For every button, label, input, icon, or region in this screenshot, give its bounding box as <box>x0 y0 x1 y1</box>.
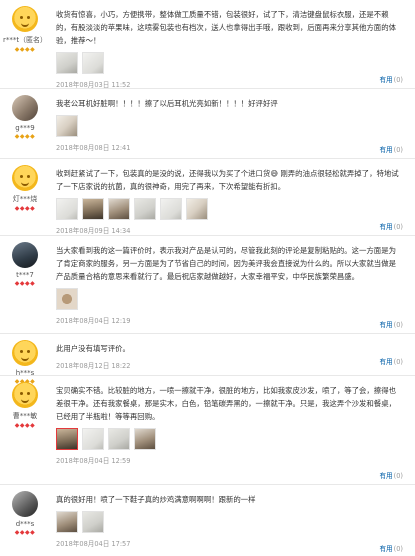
review-text: 真的很好用！喷了一下鞋子真的炒鸡满意啊啊啊！跟新的一样 <box>56 495 256 504</box>
avatar[interactable] <box>12 340 38 366</box>
useful-count: (0) <box>393 545 403 553</box>
useful-count: (0) <box>393 76 403 84</box>
useful-count: (0) <box>393 321 403 329</box>
useful-button[interactable]: 有用(0) <box>379 543 403 553</box>
reviewer-info: g***9 ◆◆◆◆ <box>0 95 50 140</box>
avatar[interactable] <box>12 382 38 408</box>
review-photos <box>56 115 403 137</box>
review-item: h***s ◆◆◆◆ 此用户没有填写评价。 2018年08月12日 18:22 … <box>0 334 415 385</box>
review-date: 2018年08月12日 18:22 <box>56 362 131 370</box>
reviewer-info: r***t（匿名） ◆◆◆◆ <box>0 6 50 53</box>
review-photos <box>56 52 403 74</box>
review-item: g***9 ◆◆◆◆ 我老公耳机好脏啊！！！！擦了以后耳机光亮如新！！！！好评好… <box>0 89 415 159</box>
review-text: 我老公耳机好脏啊！！！！擦了以后耳机光亮如新！！！！好评好评 <box>56 99 278 108</box>
review-photo-thumbnail[interactable] <box>108 198 130 220</box>
useful-button[interactable]: 有用(0) <box>379 221 403 231</box>
review-photos <box>56 511 403 533</box>
review-list: r***t（匿名） ◆◆◆◆ 收货有惊喜，小巧，方便携带，整体做工质量不错，包装… <box>0 0 415 556</box>
review-photos <box>56 288 403 310</box>
useful-button[interactable]: 有用(0) <box>379 356 403 366</box>
review-item: 灯***烧 ◆◆◆◆ 收到赶紧试了一下，包装真的是没的说，还得我以为买了个进口货… <box>0 159 415 236</box>
review-date: 2018年08月03日 11:52 <box>56 81 131 89</box>
useful-label: 有用 <box>379 146 393 154</box>
reviewer-name: 曹***敏 <box>12 412 38 420</box>
member-level-icon: ◆◆◆◆ <box>14 46 36 53</box>
review-date: 2018年08月04日 12:19 <box>56 317 131 325</box>
reviewer-info: 灯***烧 ◆◆◆◆ <box>0 165 50 212</box>
review-item: r***t（匿名） ◆◆◆◆ 收货有惊喜，小巧，方便携带，整体做工质量不错，包装… <box>0 0 415 89</box>
review-photo-thumbnail[interactable] <box>56 288 78 310</box>
useful-label: 有用 <box>379 472 393 480</box>
review-photo-thumbnail[interactable] <box>56 198 78 220</box>
review-photo-thumbnail[interactable] <box>108 428 130 450</box>
useful-button[interactable]: 有用(0) <box>379 470 403 480</box>
useful-count: (0) <box>393 358 403 366</box>
member-level-icon: ◆◆◆◆ <box>14 205 36 212</box>
review-date: 2018年08月09日 14:34 <box>56 227 131 235</box>
useful-label: 有用 <box>379 76 393 84</box>
reviewer-info: t***7 ◆◆◆◆ <box>0 242 50 287</box>
review-photo-thumbnail[interactable] <box>134 198 156 220</box>
review-date: 2018年08月08日 12:41 <box>56 144 131 152</box>
useful-label: 有用 <box>379 358 393 366</box>
review-photo-thumbnail[interactable] <box>82 511 104 533</box>
review-photo-thumbnail[interactable] <box>160 198 182 220</box>
useful-button[interactable]: 有用(0) <box>379 319 403 329</box>
review-photo-thumbnail[interactable] <box>56 52 78 74</box>
reviewer-name: d***s <box>15 520 35 528</box>
review-photo-thumbnail[interactable] <box>82 428 104 450</box>
review-text: 此用户没有填写评价。 <box>56 344 130 353</box>
useful-count: (0) <box>393 472 403 480</box>
reviewer-name: g***9 <box>15 124 35 132</box>
review-photo-thumbnail[interactable] <box>56 115 78 137</box>
review-photo-thumbnail[interactable] <box>82 52 104 74</box>
useful-label: 有用 <box>379 223 393 231</box>
reviewer-name: 灯***烧 <box>12 195 38 203</box>
reviewer-info: 曹***敏 ◆◆◆◆ <box>0 382 50 429</box>
member-level-icon: ◆◆◆◆ <box>14 133 36 140</box>
avatar[interactable] <box>12 491 38 517</box>
review-item: t***7 ◆◆◆◆ 当大家看到我的这一篇评价时，表示我对产品是认可的，尽管我此… <box>0 236 415 334</box>
review-text: 收到赶紧试了一下，包装真的是没的说，还得我以为买了个进口货😅 刚弄的油点很轻松就… <box>56 169 399 191</box>
review-date: 2018年08月04日 17:57 <box>56 540 131 548</box>
review-item: d***s ◆◆◆◆ 真的很好用！喷了一下鞋子真的炒鸡满意啊啊啊！跟新的一样 2… <box>0 485 415 556</box>
useful-label: 有用 <box>379 321 393 329</box>
useful-label: 有用 <box>379 545 393 553</box>
review-text: 收货有惊喜，小巧，方便携带，整体做工质量不错，包装很好，试了下，清洁键盘鼠标衣服… <box>56 10 396 45</box>
member-level-icon: ◆◆◆◆ <box>14 529 36 536</box>
review-photo-thumbnail-selected[interactable] <box>56 428 78 450</box>
avatar[interactable] <box>12 242 38 268</box>
review-date: 2018年08月04日 12:59 <box>56 457 131 465</box>
review-photo-thumbnail[interactable] <box>186 198 208 220</box>
review-photo-thumbnail[interactable] <box>56 511 78 533</box>
avatar[interactable] <box>12 6 38 32</box>
useful-button[interactable]: 有用(0) <box>379 144 403 154</box>
review-photo-thumbnail[interactable] <box>82 198 104 220</box>
useful-count: (0) <box>393 146 403 154</box>
review-text: 宝贝确实不错。比较脏的地方，一喷一擦就干净，很脏的地方，比如我家皮沙发，喷了，等… <box>56 386 396 421</box>
review-text: 当大家看到我的这一篇评价时，表示我对产品是认可的，尽管我此刻的评论是复制粘贴的。… <box>56 246 396 281</box>
reviewer-name: r***t（匿名） <box>2 36 48 44</box>
review-photos <box>56 198 403 220</box>
useful-count: (0) <box>393 223 403 231</box>
review-photo-thumbnail[interactable] <box>134 428 156 450</box>
avatar[interactable] <box>12 165 38 191</box>
useful-button[interactable]: 有用(0) <box>379 74 403 84</box>
review-photos <box>56 428 403 450</box>
avatar[interactable] <box>12 95 38 121</box>
member-level-icon: ◆◆◆◆ <box>14 422 36 429</box>
review-item: 曹***敏 ◆◆◆◆ 宝贝确实不错。比较脏的地方，一喷一擦就干净，很脏的地方，比… <box>0 376 415 485</box>
member-level-icon: ◆◆◆◆ <box>14 280 36 287</box>
reviewer-info: d***s ◆◆◆◆ <box>0 491 50 536</box>
reviewer-name: t***7 <box>16 271 34 279</box>
